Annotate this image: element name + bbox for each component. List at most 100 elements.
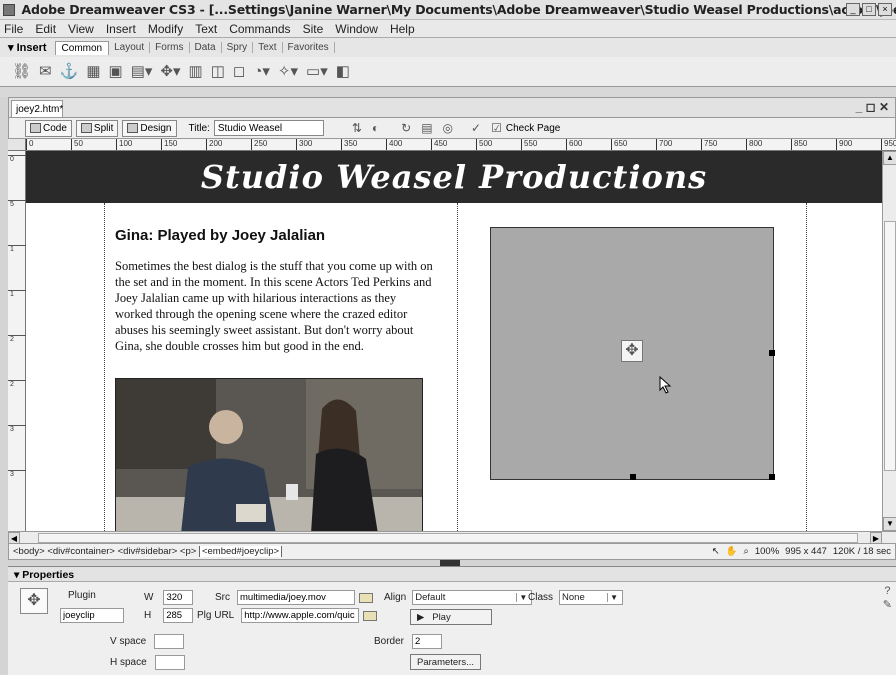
help-icon[interactable]: ? ✎	[883, 584, 892, 612]
document-tab-bar: joey2.htm* _ ◻ ✕	[8, 97, 896, 118]
file-management-icon[interactable]: ⇅	[352, 121, 362, 135]
menu-window[interactable]: Window	[335, 22, 378, 36]
maximize-button[interactable]: □	[862, 3, 876, 16]
insert-bar-label[interactable]: ▾ Insert	[8, 41, 47, 54]
tab-common[interactable]: Common	[54, 40, 110, 55]
hyperlink-icon[interactable]: ⛓	[12, 63, 31, 81]
main-right-border	[806, 203, 807, 531]
tab-spry[interactable]: Spry	[222, 42, 254, 53]
menu-view[interactable]: View	[68, 22, 94, 36]
library-icon[interactable]: ◧	[336, 63, 350, 81]
refresh-icon[interactable]: ↻	[401, 121, 411, 135]
check-page-label[interactable]: Check Page	[506, 123, 560, 134]
ruler-tick: 700	[656, 139, 672, 150]
minimize-button[interactable]: _	[846, 3, 860, 16]
design-canvas[interactable]: Studio Weasel Productions Gina: Played b…	[26, 151, 882, 531]
tab-layout[interactable]: Layout	[109, 42, 151, 53]
media-icon[interactable]: ✥▾	[160, 63, 180, 81]
tag-div-sidebar[interactable]: <div#sidebar>	[118, 546, 178, 557]
tag-div-container[interactable]: <div#container>	[47, 546, 115, 557]
horizontal-scroll-thumb[interactable]	[38, 533, 858, 543]
vspace-input[interactable]	[154, 634, 185, 649]
named-anchor-icon[interactable]: ⚓	[60, 63, 79, 81]
plugin-url-folder-icon[interactable]	[363, 610, 378, 621]
select-tool-icon[interactable]: ↖	[712, 546, 720, 557]
border-input[interactable]	[412, 634, 443, 649]
tab-text[interactable]: Text	[253, 42, 283, 53]
resize-handle-corner[interactable]	[769, 474, 775, 480]
design-view-button[interactable]: Design	[122, 119, 177, 137]
zoom-tool-icon[interactable]: ⌕	[744, 546, 749, 557]
tag-chooser-icon[interactable]: ✧▾	[278, 63, 298, 81]
menu-site[interactable]: Site	[303, 22, 324, 36]
tab-favorites[interactable]: Favorites	[283, 42, 335, 53]
plugin-placeholder[interactable]: ✥	[490, 227, 775, 480]
plugin-url-input[interactable]	[241, 608, 360, 623]
window-controls: _ □ ×	[846, 3, 892, 16]
menu-edit[interactable]: Edit	[35, 22, 56, 36]
photo-illustration	[116, 379, 422, 531]
scroll-up-button[interactable]: ▲	[883, 151, 896, 165]
templates-icon[interactable]: ◔▾	[253, 63, 270, 81]
title-input[interactable]	[213, 120, 324, 136]
validate-icon[interactable]: ✓	[471, 121, 481, 135]
properties-header[interactable]: ▾ Properties	[8, 566, 896, 582]
date-icon[interactable]: ▥	[189, 63, 203, 81]
check-page-icon[interactable]: ☑	[491, 121, 502, 135]
head-icon[interactable]: ▭▾	[306, 63, 328, 81]
play-button[interactable]: ▶ Play	[410, 609, 492, 625]
download-time: 120K / 18 sec	[832, 546, 891, 557]
vertical-scroll-thumb[interactable]	[884, 221, 896, 471]
src-input[interactable]	[237, 590, 355, 605]
width-label: W	[144, 592, 154, 603]
vertical-scrollbar[interactable]: ▲ ▼	[882, 151, 896, 531]
align-select[interactable]: Default ▼	[412, 590, 533, 605]
document-tab[interactable]: joey2.htm*	[11, 100, 63, 118]
ruler-corner	[8, 139, 26, 151]
horizontal-scrollbar[interactable]: ◀ ▶	[8, 531, 896, 544]
ruler-tick: 600	[566, 139, 582, 150]
actors-photo[interactable]	[115, 378, 423, 531]
email-link-icon[interactable]: ✉	[39, 63, 52, 81]
menu-help[interactable]: Help	[390, 22, 415, 36]
class-select[interactable]: None ▼	[559, 590, 624, 605]
resize-handle-bottom[interactable]	[630, 474, 636, 480]
menu-modify[interactable]: Modify	[148, 22, 183, 36]
hspace-input[interactable]	[154, 655, 185, 670]
ruler-tick: 550	[521, 139, 537, 150]
menu-file[interactable]: File	[4, 22, 23, 36]
close-button[interactable]: ×	[878, 3, 892, 16]
menu-commands[interactable]: Commands	[229, 22, 290, 36]
parameters-button[interactable]: Parameters...	[410, 654, 482, 670]
zoom-level[interactable]: 100%	[755, 546, 779, 557]
tab-forms[interactable]: Forms	[150, 42, 190, 53]
ruler-tick: 250	[251, 139, 267, 150]
server-side-include-icon[interactable]: ◫	[211, 63, 225, 81]
tag-body[interactable]: <body>	[13, 546, 45, 557]
visual-aids-icon[interactable]: ◎	[443, 121, 453, 135]
height-input[interactable]	[163, 608, 194, 623]
view-options-icon[interactable]: ▤	[421, 121, 432, 135]
width-input[interactable]	[163, 590, 194, 605]
preview-browser-icon[interactable]: ◐	[372, 121, 379, 135]
images-icon[interactable]: ▤▾	[131, 63, 153, 81]
table-icon[interactable]: ▦	[86, 63, 100, 81]
tab-data[interactable]: Data	[190, 42, 222, 53]
tag-p[interactable]: <p>	[180, 546, 196, 557]
menu-insert[interactable]: Insert	[106, 22, 136, 36]
document-window-controls[interactable]: _ ◻ ✕	[856, 100, 889, 114]
div-icon[interactable]: ▣	[109, 63, 123, 81]
src-folder-icon[interactable]	[359, 592, 373, 603]
window-size[interactable]: 995 x 447	[785, 546, 827, 557]
ruler-tick: 750	[701, 139, 717, 150]
hand-tool-icon[interactable]: ✋	[726, 546, 738, 557]
split-view-button[interactable]: Split	[75, 119, 119, 137]
tag-embed-joeyclip[interactable]: <embed#joeyclip>	[198, 546, 283, 557]
comment-icon[interactable]: ◻	[233, 63, 245, 81]
code-view-button[interactable]: Code	[25, 119, 72, 137]
scroll-down-button[interactable]: ▼	[883, 517, 896, 531]
plugin-name-input[interactable]	[60, 608, 124, 623]
play-icon: ▶	[417, 611, 425, 623]
resize-handle-right[interactable]	[769, 350, 775, 356]
menu-text[interactable]: Text	[195, 22, 217, 36]
